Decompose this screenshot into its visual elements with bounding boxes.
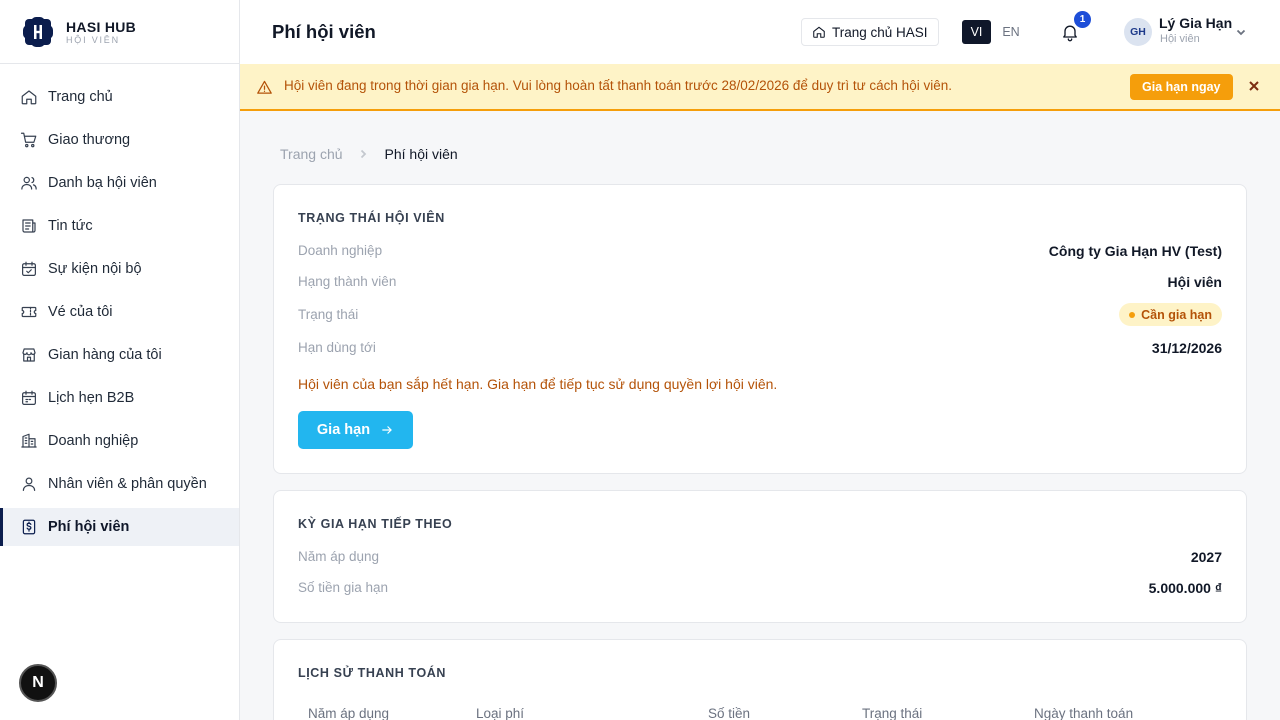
enterprise-label: Doanh nghiệp	[298, 243, 383, 258]
sidebar-item-label: Giao thương	[48, 132, 131, 148]
sidebar-item-label: Lịch hẹn B2B	[48, 390, 135, 406]
renew-amount-label: Số tiền gia hạn	[298, 580, 389, 595]
notification-count-badge: 1	[1074, 11, 1091, 28]
sidebar-item-my-booth[interactable]: Gian hàng của tôi	[0, 336, 239, 374]
hasi-logo-icon	[23, 16, 53, 47]
renew-now-button[interactable]: Gia hạn ngay	[1130, 74, 1233, 100]
card-title: TRẠNG THÁI HỘI VIÊN	[298, 211, 445, 225]
avatar[interactable]: GH	[1124, 18, 1152, 46]
user-name[interactable]: Lý Gia Hạn	[1159, 15, 1232, 31]
enterprise-value: Công ty Gia Hạn HV (Test)	[1048, 243, 1222, 259]
grace-period-banner: Hội viên đang trong thời gian gia hạn. V…	[240, 64, 1280, 111]
sidebar-item-label: Sự kiện nội bộ	[48, 261, 142, 277]
chevron-right-icon	[357, 147, 371, 161]
breadcrumb-home-link[interactable]: Trang chủ	[280, 146, 343, 162]
ticket-icon	[20, 303, 38, 321]
renew-amount-value: 5.000.000 ₫	[1148, 580, 1222, 596]
expiry-warning: Hội viên của bạn sắp hết hạn. Gia hạn để…	[298, 376, 778, 392]
sidebar: HASI HUB HỘI VIÊN Trang chủ Giao thương …	[0, 0, 240, 720]
sidebar-item-label: Nhân viên & phân quyền	[48, 476, 207, 492]
card-title: KỲ GIA HẠN TIẾP THEO	[298, 517, 453, 531]
warning-icon	[256, 79, 273, 96]
column-header[interactable]: Năm áp dụng	[308, 706, 389, 720]
renew-button-label: Gia hạn	[316, 422, 371, 438]
sidebar-item-label: Gian hàng của tôi	[48, 347, 162, 363]
user-role: Hội viên	[1160, 33, 1200, 45]
close-icon[interactable]	[1247, 79, 1261, 93]
hasi-home-button[interactable]: Trang chủ HASI	[801, 18, 939, 46]
next-badge-icon[interactable]: N	[19, 664, 57, 702]
card-title: LỊCH SỬ THANH TOÁN	[298, 666, 447, 680]
newspaper-icon	[20, 217, 38, 235]
sidebar-item-label: Trang chủ	[48, 89, 113, 105]
membership-status-card: TRẠNG THÁI HỘI VIÊN Doanh nghiệp Công ty…	[273, 184, 1247, 474]
dollar-receipt-icon	[20, 518, 38, 536]
status-badge-text: Cần gia hạn	[1141, 307, 1212, 322]
sidebar-item-trade[interactable]: Giao thương	[0, 121, 239, 159]
cart-icon	[20, 131, 38, 149]
column-header[interactable]: Số tiền	[708, 706, 750, 720]
apply-year-value: 2027	[1190, 549, 1222, 565]
brand-title: HASI HUB	[66, 18, 137, 35]
sidebar-item-my-tickets[interactable]: Vé của tôi	[0, 293, 239, 331]
sidebar-item-label: Tin tức	[48, 218, 93, 234]
breadcrumb-current: Phí hội viên	[384, 146, 458, 162]
arrow-right-icon	[382, 426, 393, 434]
lang-vi-button[interactable]: VI	[962, 20, 991, 44]
brand[interactable]: HASI HUB HỘI VIÊN	[0, 0, 239, 64]
expiry-value: 31/12/2026	[1151, 340, 1222, 356]
status-dot-icon	[1129, 311, 1136, 318]
home-icon	[813, 26, 825, 38]
sidebar-item-member-directory[interactable]: Danh bạ hội viên	[0, 164, 239, 202]
sidebar-nav: Trang chủ Giao thương Danh bạ hội viên T…	[0, 64, 239, 546]
sidebar-item-label: Danh bạ hội viên	[48, 175, 157, 191]
breadcrumb: Trang chủ Phí hội viên	[280, 146, 458, 162]
brand-subtitle: HỘI VIÊN	[66, 34, 120, 45]
status-badge: Cần gia hạn	[1119, 303, 1222, 326]
payment-history-card: LỊCH SỬ THANH TOÁN Năm áp dụng Loại phí …	[273, 639, 1247, 720]
expiry-label: Hạn dùng tới	[298, 340, 376, 355]
user-icon	[20, 475, 38, 493]
tier-label: Hạng thành viên	[298, 274, 397, 289]
home-icon	[20, 88, 38, 106]
column-header[interactable]: Ngày thanh toán	[1034, 706, 1133, 720]
calendar-icon	[20, 389, 38, 407]
page-title: Phí hội viên	[272, 21, 376, 42]
calendar-check-icon	[20, 260, 38, 278]
sidebar-item-enterprise[interactable]: Doanh nghiệp	[0, 422, 239, 460]
lang-en-button[interactable]: EN	[999, 20, 1023, 44]
sidebar-item-news[interactable]: Tin tức	[0, 207, 239, 245]
sidebar-item-b2b-schedule[interactable]: Lịch hẹn B2B	[0, 379, 239, 417]
top-header: Phí hội viên Trang chủ HASI VI EN 1 GH L…	[240, 0, 1280, 64]
sidebar-item-membership-fee[interactable]: Phí hội viên	[0, 508, 239, 546]
status-label: Trạng thái	[298, 307, 359, 322]
sidebar-item-label: Vé của tôi	[48, 304, 113, 320]
hasi-home-label: Trang chủ HASI	[832, 24, 928, 40]
column-header[interactable]: Loại phí	[476, 706, 524, 720]
column-header[interactable]: Trạng thái	[862, 706, 922, 720]
chevron-down-icon[interactable]	[1235, 25, 1247, 37]
sidebar-item-internal-events[interactable]: Sự kiện nội bộ	[0, 250, 239, 288]
users-icon	[20, 174, 38, 192]
renew-button[interactable]: Gia hạn	[298, 411, 413, 449]
next-period-card: KỲ GIA HẠN TIẾP THEO Năm áp dụng 2027 Số…	[273, 490, 1247, 623]
tier-value: Hội viên	[1167, 274, 1222, 290]
sidebar-item-home[interactable]: Trang chủ	[0, 78, 239, 116]
sidebar-item-staff-permissions[interactable]: Nhân viên & phân quyền	[0, 465, 239, 503]
sidebar-item-label: Doanh nghiệp	[48, 433, 139, 449]
building-icon	[20, 432, 38, 450]
apply-year-label: Năm áp dụng	[298, 549, 380, 564]
store-icon	[20, 346, 38, 364]
sidebar-item-label: Phí hội viên	[48, 519, 130, 535]
banner-message: Hội viên đang trong thời gian gia hạn. V…	[284, 78, 952, 93]
